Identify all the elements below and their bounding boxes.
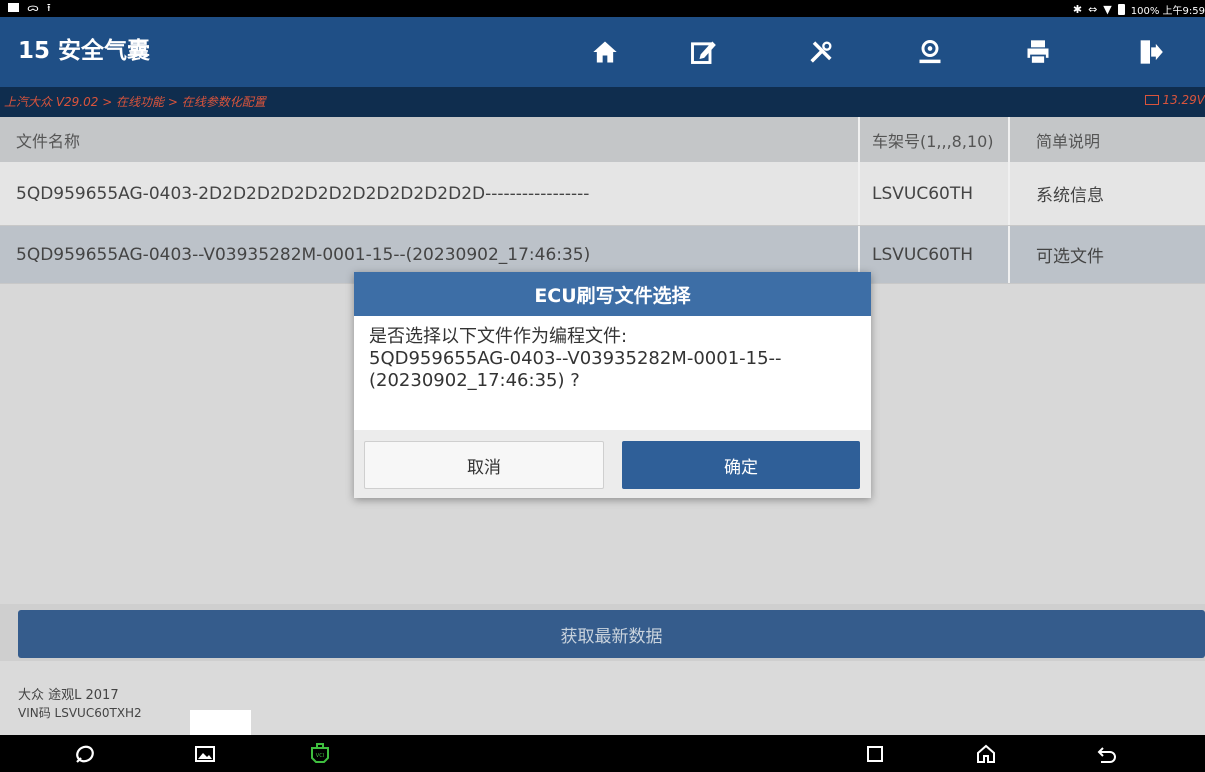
header-description: 简单说明 xyxy=(1036,131,1101,151)
status-text: 100% 上午9:59 xyxy=(1130,6,1205,17)
exit-button[interactable] xyxy=(1110,17,1190,87)
browser-button[interactable] xyxy=(65,739,105,769)
breadcrumb: 上汽大众 V29.02 > 在线功能 > 在线参数化配置 xyxy=(4,95,266,109)
vin-cell: LSVUC60TH xyxy=(860,162,1010,225)
recent-apps-button[interactable] xyxy=(855,739,895,769)
vci-icon: VCI xyxy=(311,743,329,763)
get-latest-data-button[interactable]: 获取最新数据 xyxy=(18,610,1205,658)
bluetooth-icon: ✱ xyxy=(1072,3,1083,16)
header-vin: 车架号(1,,,8,10) xyxy=(860,117,1010,162)
vci-button[interactable]: VCI xyxy=(300,739,340,769)
description-cell: 系统信息 xyxy=(1036,186,1104,206)
user-button[interactable] xyxy=(890,17,970,87)
print-icon xyxy=(1027,40,1049,65)
home-button[interactable] xyxy=(565,17,645,87)
dialog-message-line: 5QD959655AG-0403--V03935282M-0001-15-- xyxy=(369,348,782,369)
upload-icon: ⭱ xyxy=(46,1,51,14)
app-header: 15 安全气囊 xyxy=(0,17,1205,87)
cancel-button[interactable]: 取消 xyxy=(364,441,604,489)
data-transfer-icon: ⇔ xyxy=(1088,3,1098,16)
vin-cell: LSVUC60TH xyxy=(860,226,1010,283)
wifi-icon: ▼ xyxy=(1103,3,1112,16)
exit-icon xyxy=(1140,40,1163,64)
dialog-message-line: 是否选择以下文件作为编程文件: xyxy=(369,326,628,347)
home-icon xyxy=(593,41,617,63)
home-nav-icon xyxy=(977,744,995,763)
status-bar: ᯅ ⭱ ✱ ⇔ ▼ 100% 上午9:59 xyxy=(0,0,1205,17)
image-icon xyxy=(8,3,19,12)
edit-icon xyxy=(691,41,716,64)
voltage-indicator: 13.29V xyxy=(1145,93,1205,107)
vehicle-model: 大众 途观L 2017 xyxy=(18,688,119,703)
vehicle-info: 大众 途观L 2017 VIN码 LSVUC60TXH2 xyxy=(0,661,1205,735)
dialog-title: ECU刷写文件选择 xyxy=(354,272,871,316)
vehicle-vin: VIN码 LSVUC60TXH2 xyxy=(18,706,142,720)
voltage-value: 13.29V xyxy=(1162,93,1205,107)
home-nav-button[interactable] xyxy=(966,739,1006,769)
gallery-button[interactable] xyxy=(185,739,225,769)
voicemail-icon: ᯅ xyxy=(27,1,39,14)
svg-text:VCI: VCI xyxy=(316,753,324,759)
dialog-footer: 取消 确定 xyxy=(354,430,871,498)
recent-apps-icon xyxy=(867,746,883,762)
tools-button[interactable] xyxy=(781,17,861,87)
action-bar: 获取最新数据 xyxy=(0,604,1205,661)
vin-redaction xyxy=(190,710,251,737)
table-row[interactable]: 5QD959655AG-0403-2D2D2D2D2D2D2D2D2D2D2D2… xyxy=(0,162,1205,226)
table-header: 文件名称 车架号(1,,,8,10) 简单说明 xyxy=(0,117,1205,162)
tools-icon xyxy=(810,41,832,63)
back-button[interactable] xyxy=(1087,739,1127,769)
browser-icon xyxy=(76,745,94,763)
ecu-file-select-dialog: ECU刷写文件选择 是否选择以下文件作为编程文件: 5QD959655AG-04… xyxy=(354,272,871,498)
battery-voltage-icon xyxy=(1145,95,1160,105)
system-nav-bar: VCI xyxy=(0,735,1205,772)
back-icon xyxy=(1097,747,1116,763)
dialog-message-line: (20230902_17:46:35) ? xyxy=(369,370,580,391)
print-button[interactable] xyxy=(998,17,1078,87)
header-file-name: 文件名称 xyxy=(0,117,860,162)
dialog-message: 是否选择以下文件作为编程文件: 5QD959655AG-0403--V03935… xyxy=(354,316,871,430)
edit-button[interactable] xyxy=(663,17,743,87)
breadcrumb-bar: 上汽大众 V29.02 > 在线功能 > 在线参数化配置 13.29V xyxy=(0,87,1205,117)
file-name-cell: 5QD959655AG-0403-2D2D2D2D2D2D2D2D2D2D2D2… xyxy=(0,162,860,225)
description-cell: 可选文件 xyxy=(1036,247,1104,267)
confirm-button[interactable]: 确定 xyxy=(622,441,860,489)
user-icon xyxy=(919,40,941,64)
page-title: 15 安全气囊 xyxy=(18,38,151,64)
gallery-icon xyxy=(195,746,215,762)
battery-icon xyxy=(1117,4,1125,15)
